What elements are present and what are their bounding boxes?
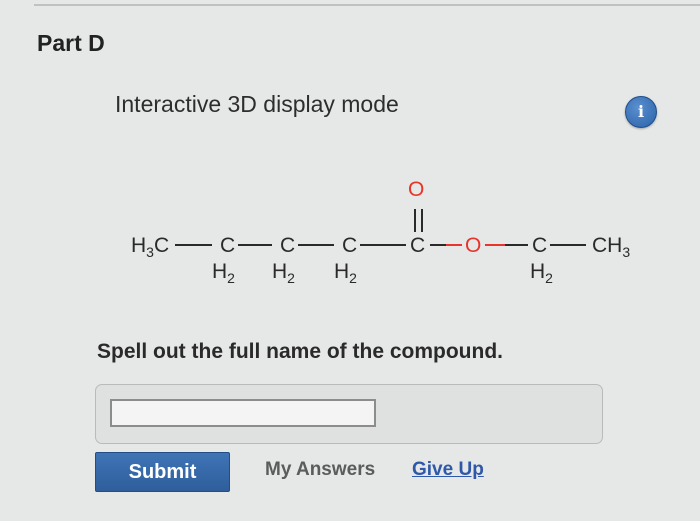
atom-c4: C xyxy=(342,234,357,257)
answer-input[interactable] xyxy=(110,399,376,427)
molecule-structure[interactable]: H3C C H2 C H2 C H2 C O O C H2 CH3 xyxy=(0,0,700,330)
atom-c7: CH3 xyxy=(592,234,630,260)
my-answers-link[interactable]: My Answers xyxy=(265,459,375,481)
atom-c2: C xyxy=(220,234,235,257)
submit-button[interactable]: Submit xyxy=(95,452,230,492)
atom-c4-hydrogens: H2 xyxy=(334,260,357,286)
answer-panel xyxy=(95,384,603,444)
atom-c1: H3C xyxy=(131,234,169,260)
atom-carbonyl-carbon: C xyxy=(410,234,425,257)
atom-c6: C xyxy=(532,234,547,257)
atom-c3: C xyxy=(280,234,295,257)
atom-c6-hydrogens: H2 xyxy=(530,260,553,286)
question-prompt: Spell out the full name of the compound. xyxy=(97,340,503,363)
atom-c3-hydrogens: H2 xyxy=(272,260,295,286)
atom-carbonyl-oxygen: O xyxy=(408,178,424,201)
atom-c2-hydrogens: H2 xyxy=(212,260,235,286)
give-up-link[interactable]: Give Up xyxy=(412,459,484,481)
atom-ester-oxygen: O xyxy=(465,234,481,257)
